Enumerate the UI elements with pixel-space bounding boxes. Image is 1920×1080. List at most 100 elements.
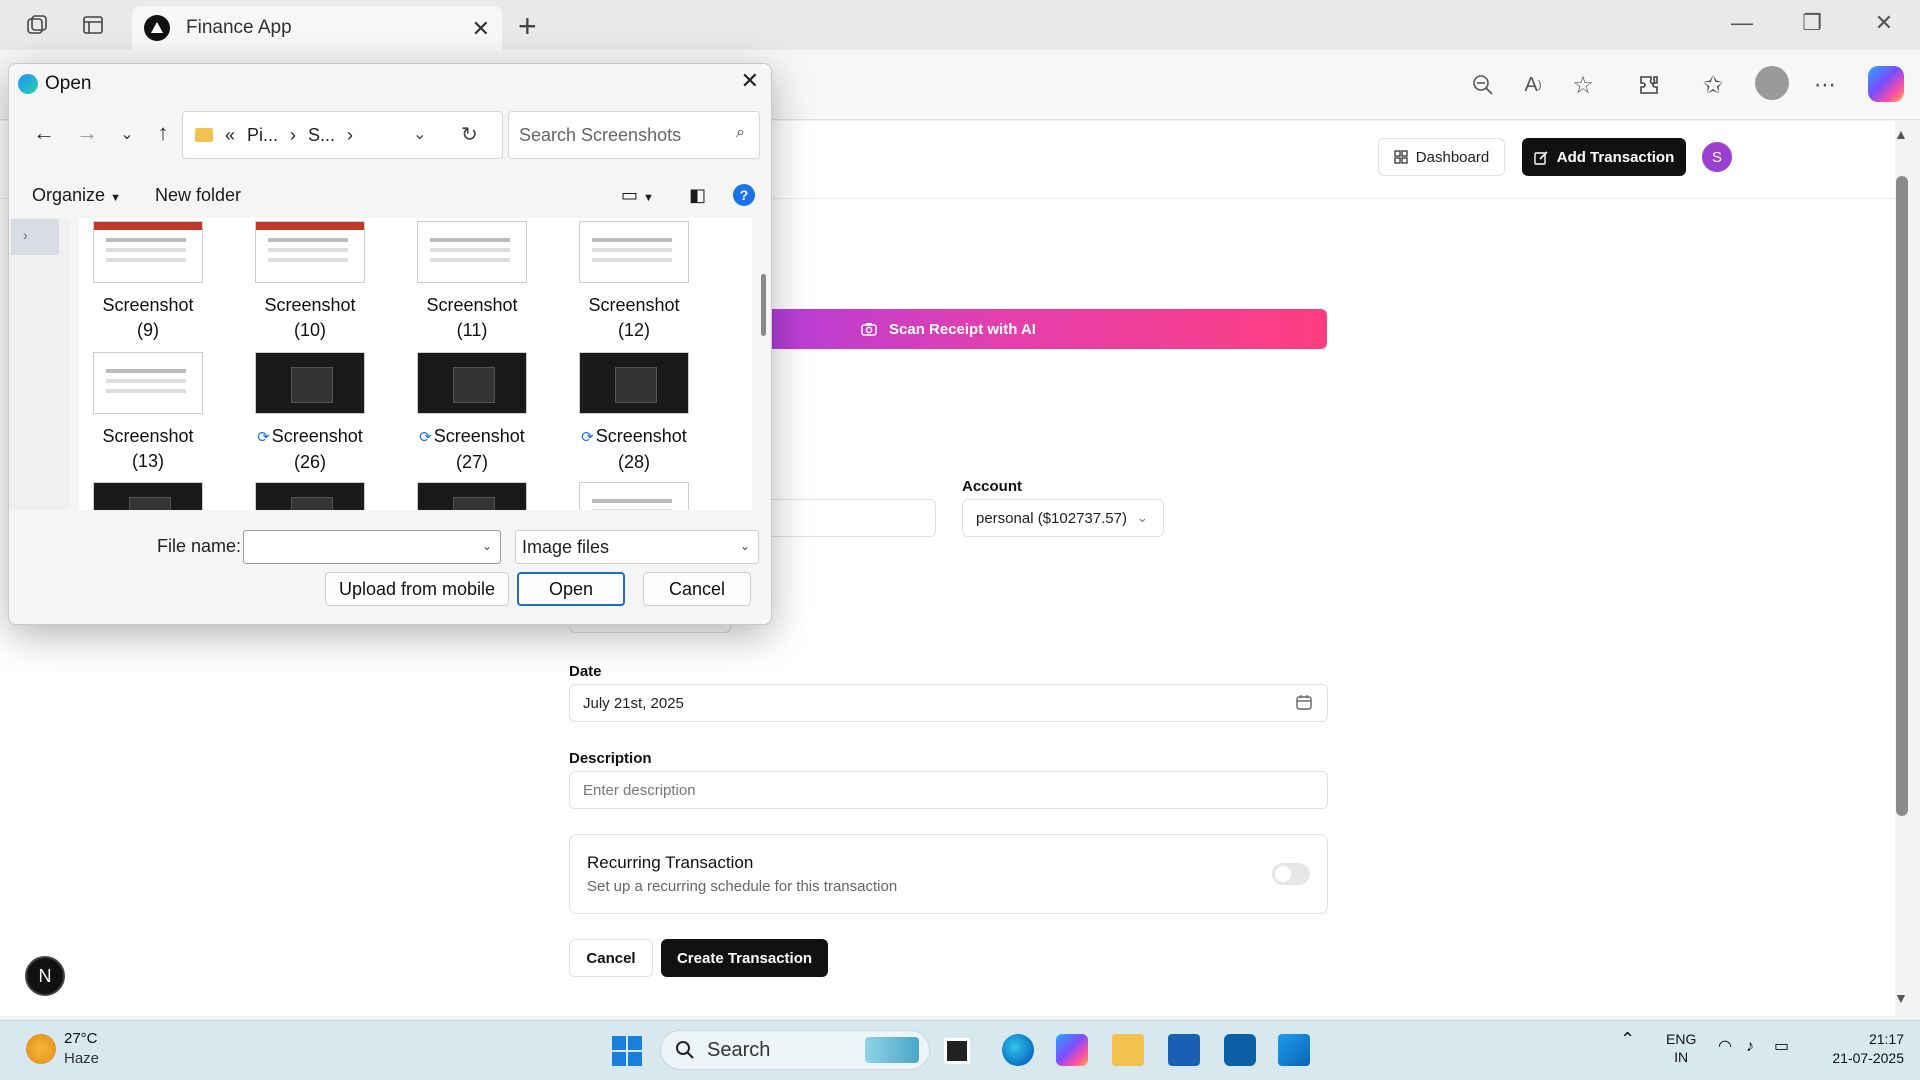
profile-avatar-icon[interactable]: [1755, 66, 1789, 100]
scroll-up-icon[interactable]: ▲: [1894, 126, 1908, 142]
file-thumbnail: [93, 352, 203, 414]
extensions-icon[interactable]: [1632, 68, 1666, 102]
description-input[interactable]: Enter description: [569, 771, 1328, 809]
weather-description[interactable]: Haze: [64, 1050, 99, 1067]
copilot-icon[interactable]: [1868, 66, 1904, 102]
path-breadcrumb[interactable]: « Pi... › S... › ⌄ ↻: [182, 111, 503, 159]
active-tab[interactable]: Finance App ✕: [132, 6, 502, 50]
file-item[interactable]: [405, 482, 539, 510]
taskbar-search[interactable]: Search: [660, 1030, 930, 1070]
more-options-icon[interactable]: ⋯: [1808, 68, 1842, 102]
account-select[interactable]: personal ($102737.57) ⌄: [962, 499, 1164, 537]
workspaces-icon[interactable]: [22, 10, 52, 40]
navigation-pane-selected-item[interactable]: ›: [11, 219, 59, 255]
organize-menu[interactable]: Organize ▼: [32, 185, 121, 206]
create-transaction-button[interactable]: Create Transaction: [661, 939, 828, 977]
vscode-icon[interactable]: [1278, 1034, 1310, 1066]
favorites-icon[interactable]: ✩: [1696, 68, 1730, 102]
chevron-down-icon[interactable]: ⌄: [482, 539, 492, 553]
dialog-cancel-button[interactable]: Cancel: [643, 572, 751, 606]
tab-close-icon[interactable]: ✕: [472, 16, 490, 42]
cancel-button[interactable]: Cancel: [569, 939, 653, 977]
recurring-subtitle: Set up a recurring schedule for this tra…: [587, 878, 898, 895]
recent-locations-chevron-icon[interactable]: ⌄: [112, 124, 142, 144]
new-folder-button[interactable]: New folder: [155, 185, 241, 206]
file-item[interactable]: Screenshot (9): [81, 221, 215, 343]
recurring-toggle[interactable]: [1272, 863, 1310, 885]
file-item[interactable]: Screenshot (10): [243, 221, 377, 343]
sync-icon: ⟳: [257, 429, 270, 446]
refresh-icon[interactable]: ↻: [461, 122, 478, 147]
file-thumbnail: [579, 221, 689, 283]
show-hidden-icons-chevron-icon[interactable]: ⌃: [1620, 1030, 1635, 1048]
microsoft-store-icon[interactable]: [1168, 1034, 1200, 1066]
taskbar-search-label: Search: [707, 1038, 771, 1061]
path-segment-3[interactable]: S...: [308, 125, 335, 146]
file-item[interactable]: Screenshot (12): [567, 221, 701, 343]
open-file-dialog: Open ✕ ← → ⌄ ↑ « Pi... › S... › ⌄ ↻ Sear…: [8, 63, 772, 625]
file-item[interactable]: ⟳ Screenshot (28): [567, 352, 701, 475]
help-icon[interactable]: ?: [733, 184, 755, 206]
file-item[interactable]: [567, 482, 701, 510]
dialog-close-icon[interactable]: ✕: [741, 68, 759, 94]
dialog-toolbar: Organize ▼ New folder ▭ ▼ ◧ ?: [9, 172, 771, 218]
search-highlight-icon: [865, 1037, 919, 1063]
battery-icon[interactable]: ▭: [1774, 1038, 1789, 1056]
file-explorer-icon[interactable]: [1112, 1034, 1144, 1066]
minimize-icon[interactable]: —: [1722, 10, 1762, 36]
restore-icon[interactable]: ❐: [1792, 10, 1832, 36]
vertical-tabs-icon[interactable]: [78, 10, 108, 40]
file-type-select[interactable]: Image files ⌄: [515, 530, 759, 564]
window-close-icon[interactable]: ✕: [1864, 10, 1904, 36]
start-windows-icon[interactable]: [612, 1036, 642, 1066]
navigation-pane[interactable]: [9, 218, 69, 510]
user-avatar[interactable]: S: [1702, 142, 1732, 172]
preview-pane-icon[interactable]: ◧: [689, 185, 706, 206]
weather-haze-icon[interactable]: [26, 1034, 56, 1064]
next-dev-badge[interactable]: N: [25, 956, 65, 996]
date-picker[interactable]: July 21st, 2025: [569, 684, 1328, 722]
app-logo-icon: [144, 15, 170, 41]
file-name-label: File name:: [157, 536, 242, 556]
path-dropdown-icon[interactable]: ⌄: [413, 124, 426, 144]
file-thumbnail: [417, 352, 527, 414]
language-indicator[interactable]: ENG IN: [1666, 1030, 1696, 1066]
taskbar-clock[interactable]: 21:17 21-07-2025: [1814, 1030, 1904, 1068]
upload-from-mobile-button[interactable]: Upload from mobile: [325, 572, 509, 606]
weather-temperature[interactable]: 27°C: [64, 1030, 98, 1047]
search-screenshots-input[interactable]: Search Screenshots ⌕: [508, 111, 760, 159]
file-item[interactable]: [81, 482, 215, 510]
up-arrow-icon[interactable]: ↑: [148, 120, 178, 146]
new-tab-icon[interactable]: +: [518, 8, 537, 45]
edge-browser-icon[interactable]: [1002, 1034, 1034, 1066]
task-view-icon[interactable]: [944, 1038, 970, 1064]
scroll-down-icon[interactable]: ▼: [1894, 990, 1908, 1006]
volume-icon[interactable]: ♪: [1746, 1038, 1754, 1056]
back-arrow-icon[interactable]: ←: [29, 120, 59, 146]
path-segment-1[interactable]: Pi...: [247, 125, 278, 146]
camera-icon: [861, 323, 877, 336]
file-list-scrollbar[interactable]: [761, 274, 766, 336]
amount-input[interactable]: [760, 499, 936, 537]
search-placeholder: Search Screenshots: [519, 124, 682, 145]
forward-arrow-icon[interactable]: →: [72, 120, 102, 146]
dashboard-button[interactable]: Dashboard: [1378, 138, 1505, 176]
file-item[interactable]: ⟳ Screenshot (27): [405, 352, 539, 475]
page-scrollbar-thumb[interactable]: [1896, 176, 1908, 816]
copilot-app-icon[interactable]: [1056, 1034, 1088, 1066]
file-item[interactable]: Screenshot (11): [405, 221, 539, 343]
open-button[interactable]: Open: [517, 572, 625, 606]
file-item[interactable]: ⟳ Screenshot (26): [243, 352, 377, 475]
wifi-icon[interactable]: ◠: [1718, 1038, 1732, 1056]
add-transaction-button[interactable]: Add Transaction: [1522, 138, 1686, 176]
file-item[interactable]: Screenshot (13): [81, 352, 215, 474]
read-aloud-icon[interactable]: A): [1516, 68, 1550, 102]
scan-receipt-label: Scan Receipt with AI: [889, 320, 1036, 338]
favorite-star-icon[interactable]: ☆: [1566, 68, 1600, 102]
view-options-icon[interactable]: ▭ ▼: [621, 185, 654, 206]
recurring-title: Recurring Transaction: [587, 853, 754, 872]
file-name-input[interactable]: ⌄: [243, 530, 501, 564]
zoom-out-icon[interactable]: [1466, 68, 1500, 102]
dell-icon[interactable]: [1224, 1034, 1256, 1066]
file-item[interactable]: [243, 482, 377, 510]
